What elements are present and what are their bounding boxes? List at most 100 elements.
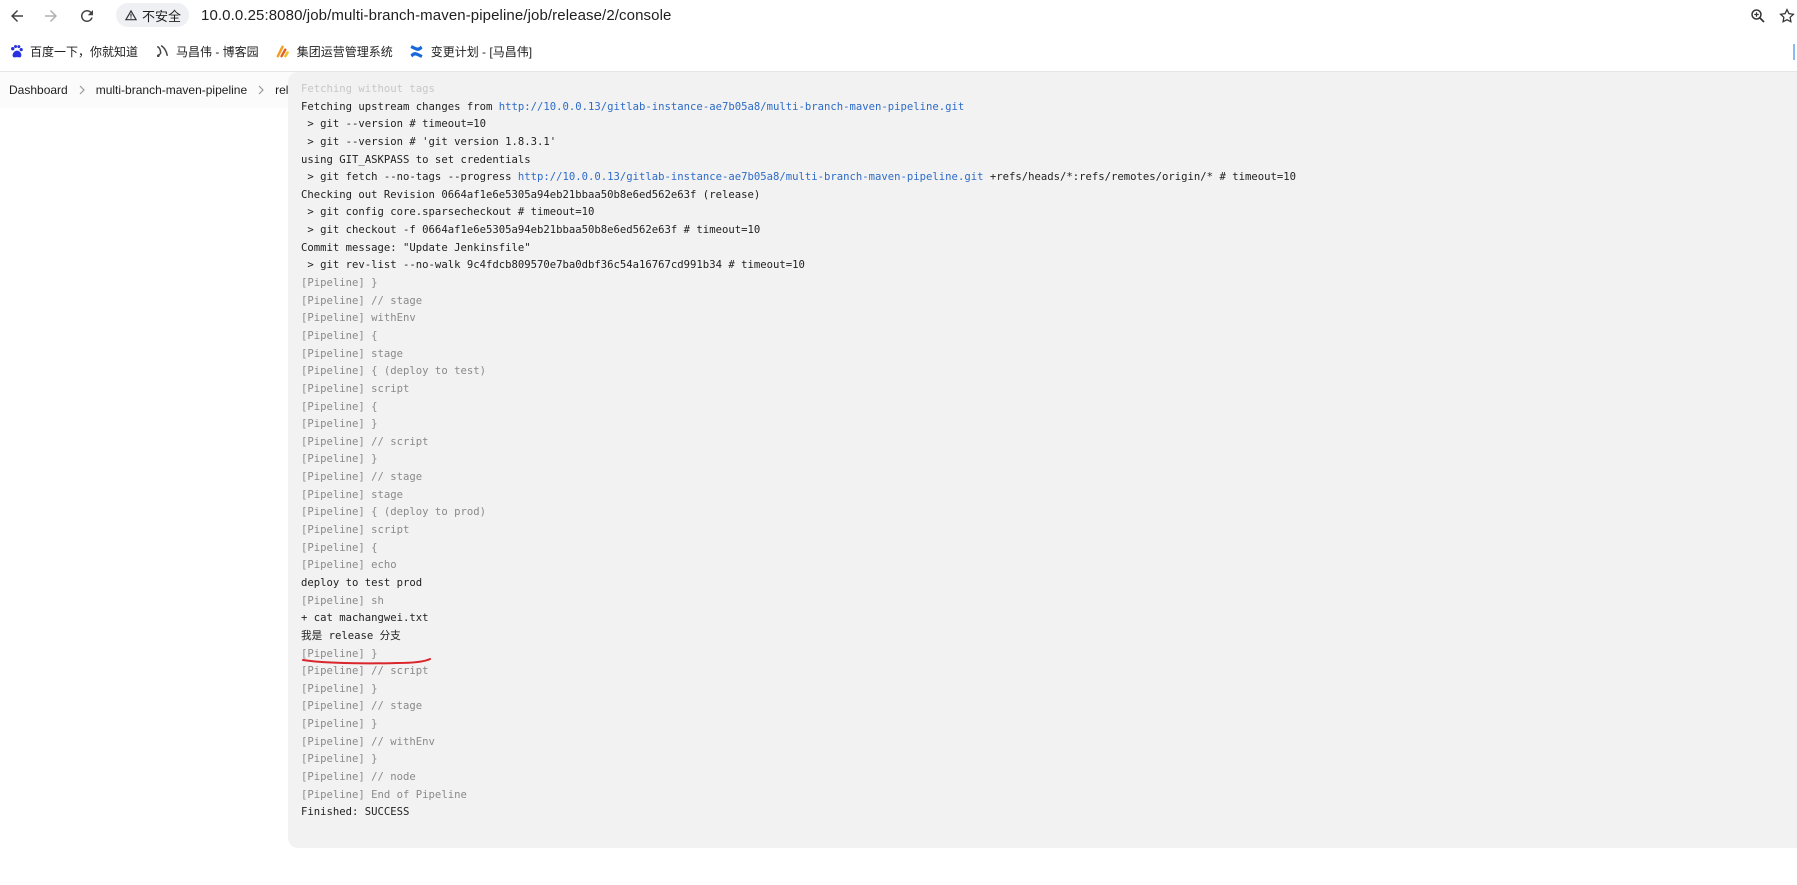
reload-button[interactable] <box>76 5 98 27</box>
bookmark-ops-system[interactable]: 集团运营管理系统 <box>275 39 393 65</box>
console-text: [Pipeline] } <box>301 682 378 695</box>
console-text: Checking out Revision 0664af1e6e5305a94e… <box>301 188 761 201</box>
pipeline-step-line: [Pipeline] } <box>301 681 1797 699</box>
console-text: [Pipeline] stage <box>301 488 404 501</box>
pipeline-step-line: [Pipeline] script <box>301 522 1797 540</box>
breadcrumb-dashboard[interactable]: Dashboard <box>9 83 68 97</box>
pipeline-step-line: [Pipeline] withEnv <box>301 310 1797 328</box>
console-text: [Pipeline] // stage <box>301 700 423 713</box>
pipeline-step-line: [Pipeline] { (deploy to test) <box>301 363 1797 381</box>
address-bar[interactable]: 不安全 10.0.0.25:8080/job/multi-branch-mave… <box>114 1 1754 29</box>
console-text: [Pipeline] // node <box>301 770 416 783</box>
console-line: Finished: SUCCESS <box>301 804 1797 822</box>
console-line: Fetching without tags <box>301 83 435 95</box>
console-text: [Pipeline] // script <box>301 435 429 448</box>
console-text: [Pipeline] End of Pipeline <box>301 788 467 801</box>
pipeline-step-line: [Pipeline] } <box>301 646 1797 664</box>
console-text: deploy to test prod <box>301 576 423 589</box>
console-text: > git rev-list --no-walk 9c4fdcb809570e7… <box>301 259 805 272</box>
console-line[interactable]: > git fetch --no-tags --progress http://… <box>301 169 1797 187</box>
console-line: > git checkout -f 0664af1e6e5305a94eb21b… <box>301 222 1797 240</box>
back-button[interactable] <box>6 5 28 27</box>
console-line: deploy to test prod <box>301 575 1797 593</box>
pipeline-step-line: [Pipeline] stage <box>301 346 1797 364</box>
console-line: using GIT_ASKPASS to set credentials <box>301 152 1797 170</box>
forward-button[interactable] <box>40 5 62 27</box>
console-text: [Pipeline] { (deploy to prod) <box>301 506 486 519</box>
url-text[interactable]: 10.0.0.25:8080/job/multi-branch-maven-pi… <box>201 7 671 24</box>
pipeline-step-line: [Pipeline] script <box>301 381 1797 399</box>
console-text: > git checkout -f 0664af1e6e5305a94eb21b… <box>301 224 761 237</box>
console-text: using GIT_ASKPASS to set credentials <box>301 153 531 166</box>
console-text: [Pipeline] echo <box>301 559 397 572</box>
console-text: [Pipeline] script <box>301 524 410 537</box>
pipeline-step-line: [Pipeline] echo <box>301 557 1797 575</box>
console-line: > git --version # 'git version 1.8.3.1' <box>301 134 1797 152</box>
bookmark-label: 马昌伟 - 博客园 <box>176 45 259 59</box>
chevron-right-icon <box>256 85 266 95</box>
console-lines: Fetching without tags Fetching upstream … <box>301 72 1797 848</box>
chevron-right-icon <box>77 85 87 95</box>
console-link[interactable]: http://10.0.0.13/gitlab-instance-ae7b05a… <box>499 101 965 113</box>
console-text: Commit message: "Update Jenkinsfile" <box>301 241 531 254</box>
pipeline-step-line: [Pipeline] // node <box>301 769 1797 787</box>
ops-system-icon <box>275 44 291 60</box>
console-link[interactable]: http://10.0.0.13/gitlab-instance-ae7b05a… <box>518 171 984 183</box>
pipeline-step-line: [Pipeline] } <box>301 416 1797 434</box>
console-line: + cat machangwei.txt <box>301 610 1797 628</box>
console-text: 我是 release 分支 <box>301 629 401 642</box>
console-text: [Pipeline] { <box>301 400 378 413</box>
console-text: > git fetch --no-tags --progress <box>301 171 518 184</box>
console-text: +refs/heads/*:refs/remotes/origin/* # ti… <box>983 171 1296 184</box>
bookmark-baidu[interactable]: 百度一下，你就知道 <box>8 39 138 65</box>
console-text: [Pipeline] stage <box>301 347 404 360</box>
pipeline-step-line: [Pipeline] } <box>301 451 1797 469</box>
pipeline-step-line: [Pipeline] } <box>301 716 1797 734</box>
pipeline-step-line: [Pipeline] { <box>301 399 1797 417</box>
console-text: [Pipeline] } <box>301 718 378 731</box>
console-line[interactable]: Fetching upstream changes from http://10… <box>301 99 1797 117</box>
bookmark-star-button[interactable] <box>1776 5 1797 27</box>
zoom-button[interactable] <box>1747 5 1769 27</box>
pipeline-step-line: [Pipeline] End of Pipeline <box>301 787 1797 805</box>
console-output: Fetching without tags Fetching upstream … <box>288 72 1797 848</box>
confluence-icon <box>409 44 425 60</box>
console-text: [Pipeline] withEnv <box>301 312 416 325</box>
console-line: > git rev-list --no-walk 9c4fdcb809570e7… <box>301 257 1797 275</box>
bookmark-label: 变更计划 - [马昌伟] <box>430 45 533 59</box>
warning-triangle-icon <box>124 9 138 21</box>
baidu-paw-icon <box>8 44 24 60</box>
console-line: > git config core.sparsecheckout # timeo… <box>301 204 1797 222</box>
console-text: [Pipeline] } <box>301 277 378 290</box>
console-text: [Pipeline] // stage <box>301 471 423 484</box>
bookmark-cnblogs[interactable]: 马昌伟 - 博客园 <box>154 39 259 65</box>
zoom-icon <box>1751 9 1765 23</box>
console-text: [Pipeline] // withEnv <box>301 735 435 748</box>
cnblogs-icon <box>154 44 170 60</box>
console-text: > git config core.sparsecheckout # timeo… <box>301 206 595 219</box>
bookmarks-bar: 百度一下，你就知道 马昌伟 - 博客园 集团运营管理系统 变更计划 - [马昌伟… <box>0 32 1797 72</box>
console-text: [Pipeline] { <box>301 329 378 342</box>
bookmark-confluence[interactable]: 变更计划 - [马昌伟] <box>409 39 532 65</box>
console-text: Finished: SUCCESS <box>301 806 410 819</box>
pipeline-step-line: [Pipeline] // script <box>301 663 1797 681</box>
console-text: [Pipeline] // stage <box>301 294 423 307</box>
security-label: 不安全 <box>142 8 182 24</box>
console-text: [Pipeline] { <box>301 541 378 554</box>
pipeline-step-line: [Pipeline] { <box>301 540 1797 558</box>
security-chip[interactable]: 不安全 <box>116 3 190 27</box>
console-text: > git --version # timeout=10 <box>301 118 486 131</box>
console-line: > git --version # timeout=10 <box>301 116 1797 134</box>
console-text: + cat machangwei.txt <box>301 612 429 625</box>
red-underline-annotation <box>302 658 431 665</box>
breadcrumb-job[interactable]: multi-branch-maven-pipeline <box>96 83 247 97</box>
browser-toolbar: 不安全 10.0.0.25:8080/job/multi-branch-mave… <box>0 0 1797 32</box>
pipeline-step-line: [Pipeline] } <box>301 751 1797 769</box>
console-line: Checking out Revision 0664af1e6e5305a94e… <box>301 187 1797 205</box>
bookmark-label: 集团运营管理系统 <box>296 45 393 59</box>
pipeline-step-line: [Pipeline] // stage <box>301 293 1797 311</box>
console-line: 我是 release 分支 <box>301 628 1797 646</box>
console-text: [Pipeline] sh <box>301 594 384 607</box>
star-icon <box>1779 8 1795 23</box>
pipeline-step-line: [Pipeline] // script <box>301 434 1797 452</box>
